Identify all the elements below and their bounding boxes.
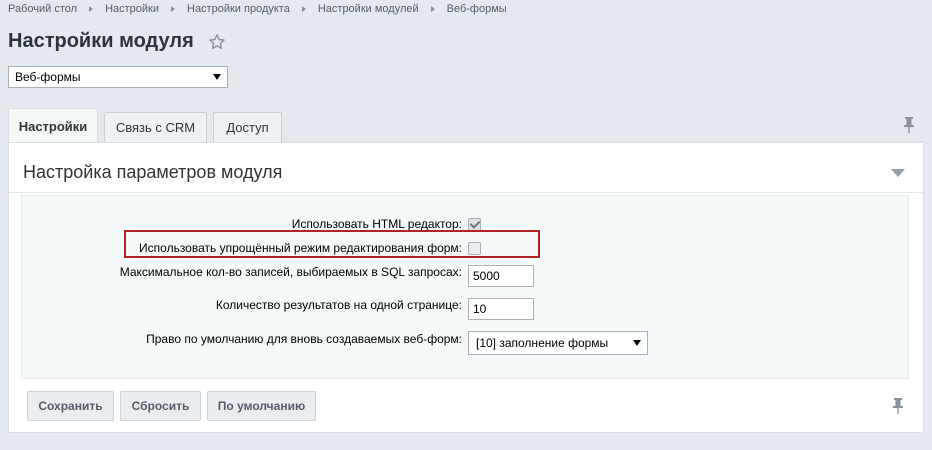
page-title: Настройки модуля — [8, 30, 194, 52]
star-icon[interactable] — [208, 33, 226, 51]
pin-icon[interactable] — [892, 398, 904, 414]
chevron-right-icon — [89, 6, 94, 12]
default-right-value: [10] заполнение формы — [476, 336, 609, 350]
results-per-page-label: Количество результатов на одной странице… — [215, 298, 462, 312]
breadcrumb: Рабочий стол Настройки Настройки продукт… — [8, 3, 507, 15]
settings-form: Использовать HTML редактор: Использовать… — [21, 195, 909, 379]
chevron-down-icon — [633, 340, 641, 346]
default-right-label: Право по умолчанию для вновь создаваемых… — [146, 332, 462, 346]
chevron-right-icon — [171, 6, 175, 12]
html-editor-label: Использовать HTML редактор: — [291, 217, 462, 231]
max-records-label: Максимальное кол-во записей, выбираемых … — [119, 265, 462, 279]
breadcrumb-item-module-settings[interactable]: Настройки модулей — [318, 3, 419, 15]
default-button[interactable]: По умолчанию — [207, 391, 316, 421]
divider — [9, 192, 923, 193]
simple-mode-label: Использовать упрощённый режим редактиров… — [139, 241, 462, 255]
title-row: Настройки модуля — [8, 30, 226, 53]
reset-button[interactable]: Сбросить — [120, 391, 201, 421]
chevron-right-icon — [430, 6, 435, 12]
chevron-down-icon — [213, 74, 221, 80]
tab-settings[interactable]: Настройки — [8, 108, 98, 143]
collapse-icon[interactable] — [891, 169, 905, 177]
chevron-right-icon — [301, 6, 306, 12]
breadcrumb-item-product-settings[interactable]: Настройки продукта — [187, 3, 290, 15]
tab-crm[interactable]: Связь с CRM — [104, 112, 207, 142]
settings-panel: Настройка параметров модуля Использовать… — [8, 142, 924, 433]
module-select[interactable]: Веб-формы — [8, 66, 228, 88]
module-select-value: Веб-формы — [15, 70, 81, 84]
breadcrumb-item-settings[interactable]: Настройки — [105, 3, 159, 15]
save-button[interactable]: Сохранить — [27, 391, 114, 421]
pin-icon[interactable] — [903, 117, 915, 133]
breadcrumb-item-webforms[interactable]: Веб-формы — [447, 3, 507, 15]
section-title: Настройка параметров модуля — [23, 162, 283, 182]
simple-mode-checkbox[interactable] — [468, 242, 481, 255]
breadcrumb-item-desktop[interactable]: Рабочий стол — [8, 3, 77, 15]
max-records-input[interactable]: 5000 — [468, 265, 534, 287]
tab-access[interactable]: Доступ — [213, 112, 282, 142]
results-per-page-input[interactable]: 10 — [468, 298, 534, 320]
default-right-select[interactable]: [10] заполнение формы — [468, 331, 648, 355]
